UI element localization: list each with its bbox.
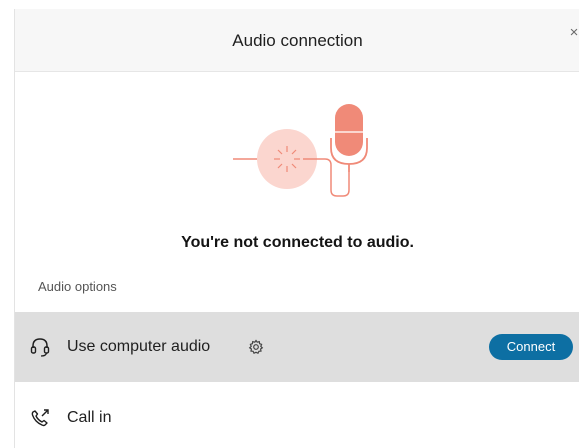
use-computer-audio-option[interactable]: Use computer audio Connect — [15, 312, 579, 382]
audio-connection-dialog: Audio connection × You're not connected … — [14, 9, 579, 448]
use-computer-audio-label: Use computer audio — [67, 338, 211, 355]
connection-status-message: You're not connected to audio. — [181, 234, 414, 251]
audio-settings-gear-icon[interactable] — [247, 338, 265, 356]
dialog-title: Audio connection — [232, 31, 363, 50]
call-in-label: Call in — [67, 409, 112, 426]
connect-button[interactable]: Connect — [489, 334, 573, 360]
dialog-header: Audio connection × — [15, 9, 579, 72]
audio-options-label: Audio options — [38, 279, 117, 294]
close-button[interactable]: × — [564, 23, 579, 43]
headset-icon — [29, 336, 51, 358]
call-in-option[interactable]: Call in — [15, 383, 579, 448]
microphone-disconnected-illustration — [233, 104, 368, 197]
phone-call-icon — [29, 407, 51, 429]
